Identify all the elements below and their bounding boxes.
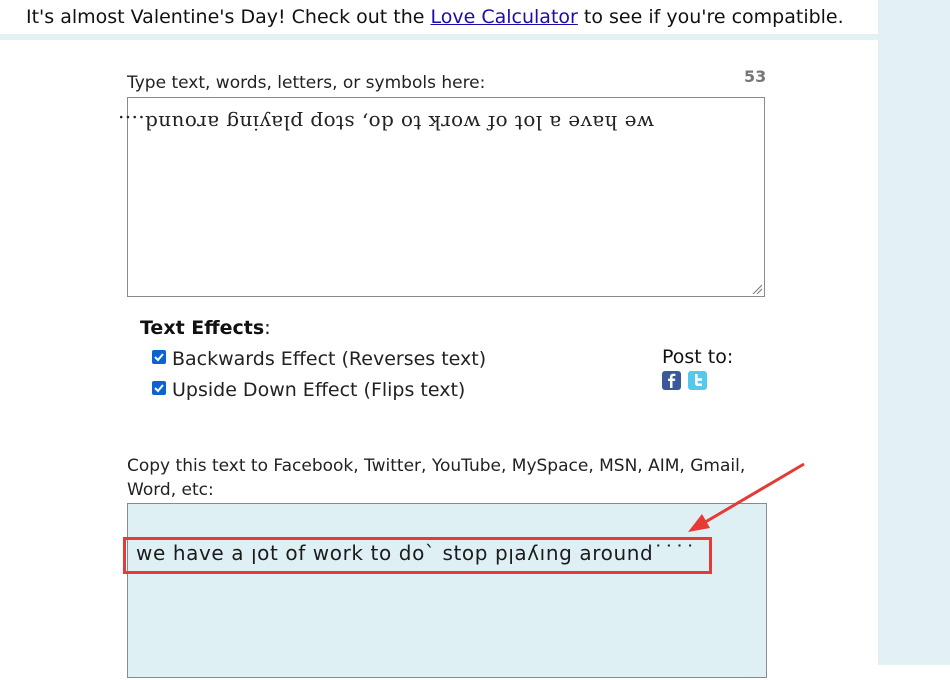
input-text-value: we have a lot of work to do, stop playin… <box>117 111 654 135</box>
resize-grip-icon[interactable] <box>752 284 762 294</box>
twitter-glyph <box>695 374 702 386</box>
backwards-label: Backwards Effect (Reverses text) <box>172 348 487 370</box>
upside-down-effect-option[interactable]: Upside Down Effect (Flips text) <box>152 379 465 401</box>
backwards-effect-option[interactable]: Backwards Effect (Reverses text) <box>152 348 486 370</box>
converted-text-output[interactable]: we have a ןot of work to doˋ stop pןaʎın… <box>127 503 767 678</box>
post-to-label: Post to: <box>662 346 734 368</box>
love-calculator-link[interactable]: Love Calculator <box>431 6 578 28</box>
checkmark-icon <box>154 353 164 362</box>
checkmark-icon <box>154 384 164 393</box>
text-input-area[interactable]: we have a lot of work to do, stop playin… <box>117 97 765 297</box>
twitter-icon[interactable] <box>688 371 707 390</box>
annotation-arrow-icon <box>688 462 805 532</box>
banner-prefix: It's almost Valentine's Day! Check out t… <box>26 6 425 28</box>
input-label: Type text, words, letters, or symbols he… <box>127 73 486 93</box>
copy-instructions-label: Copy this text to Facebook, Twitter, You… <box>127 456 746 500</box>
banner-suffix: to see if you're compatible. <box>583 6 844 28</box>
valentine-banner: It's almost Valentine's Day! Check out t… <box>0 0 878 34</box>
upside-down-label: Upside Down Effect (Flips text) <box>172 379 466 401</box>
text-effects-title: Text Effects <box>140 317 265 339</box>
text-effects-colon: : <box>264 317 271 339</box>
text-effects-heading: Text Effects: <box>140 317 271 339</box>
character-counter: 53 <box>744 67 767 86</box>
upside-down-checkbox[interactable] <box>152 381 166 395</box>
backwards-checkbox[interactable] <box>152 350 166 364</box>
right-background-strip <box>878 0 950 665</box>
annotation-highlight-box <box>123 537 712 574</box>
facebook-icon[interactable] <box>662 371 681 390</box>
banner-text: It's almost Valentine's Day! Check out t… <box>26 0 844 34</box>
facebook-glyph <box>668 373 676 388</box>
